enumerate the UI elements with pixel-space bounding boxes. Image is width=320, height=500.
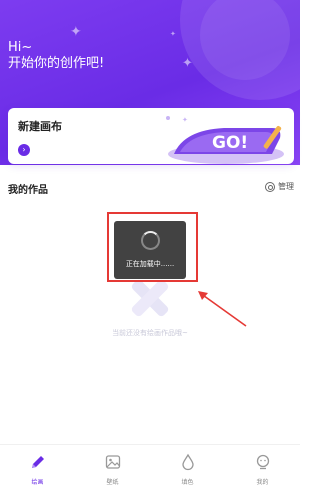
manage-label: 管理 [278,182,294,191]
greeting-title: Hi~ [8,40,33,55]
tab-wallpaper[interactable]: 壁纸 [75,445,150,500]
empty-state-text: 当前还没有绘画作品哦~ [112,329,188,337]
tab-draw[interactable]: 绘画 [0,445,75,500]
drop-icon [181,453,194,471]
new-canvas-card[interactable]: 新建画布 › GO! ✦ [8,108,294,164]
svg-text:✦: ✦ [182,116,188,124]
tab-label: 我的 [256,479,269,486]
image-icon [105,455,120,469]
tab-label: 填色 [181,479,194,486]
sparkle-icon: ✦ [70,24,82,40]
manage-button[interactable]: 管理 [265,181,294,192]
bottom-tab-bar: 绘画 壁纸 填色 我的 [0,444,300,500]
sparkle-icon: ✦ [170,30,176,38]
settings-icon [265,181,275,192]
tab-profile[interactable]: 我的 [225,445,300,500]
greeting-subtitle: 开始你的创作吧! [8,56,105,71]
highlight-box [107,212,198,282]
tab-label: 绘画 [31,479,44,486]
go-illustration: GO! ✦ [166,116,284,164]
sparkle-icon: ✦ [182,56,193,71]
chevron-right-icon[interactable]: › [18,144,30,156]
tab-label: 壁纸 [106,479,119,486]
my-works-title: 我的作品 [8,185,48,196]
go-text: GO! [212,133,248,153]
new-canvas-title: 新建画布 [18,120,62,133]
tab-coloring[interactable]: 填色 [150,445,225,500]
profile-icon [256,454,269,470]
pencil-icon [31,456,44,468]
annotation-arrow-icon [198,291,247,327]
